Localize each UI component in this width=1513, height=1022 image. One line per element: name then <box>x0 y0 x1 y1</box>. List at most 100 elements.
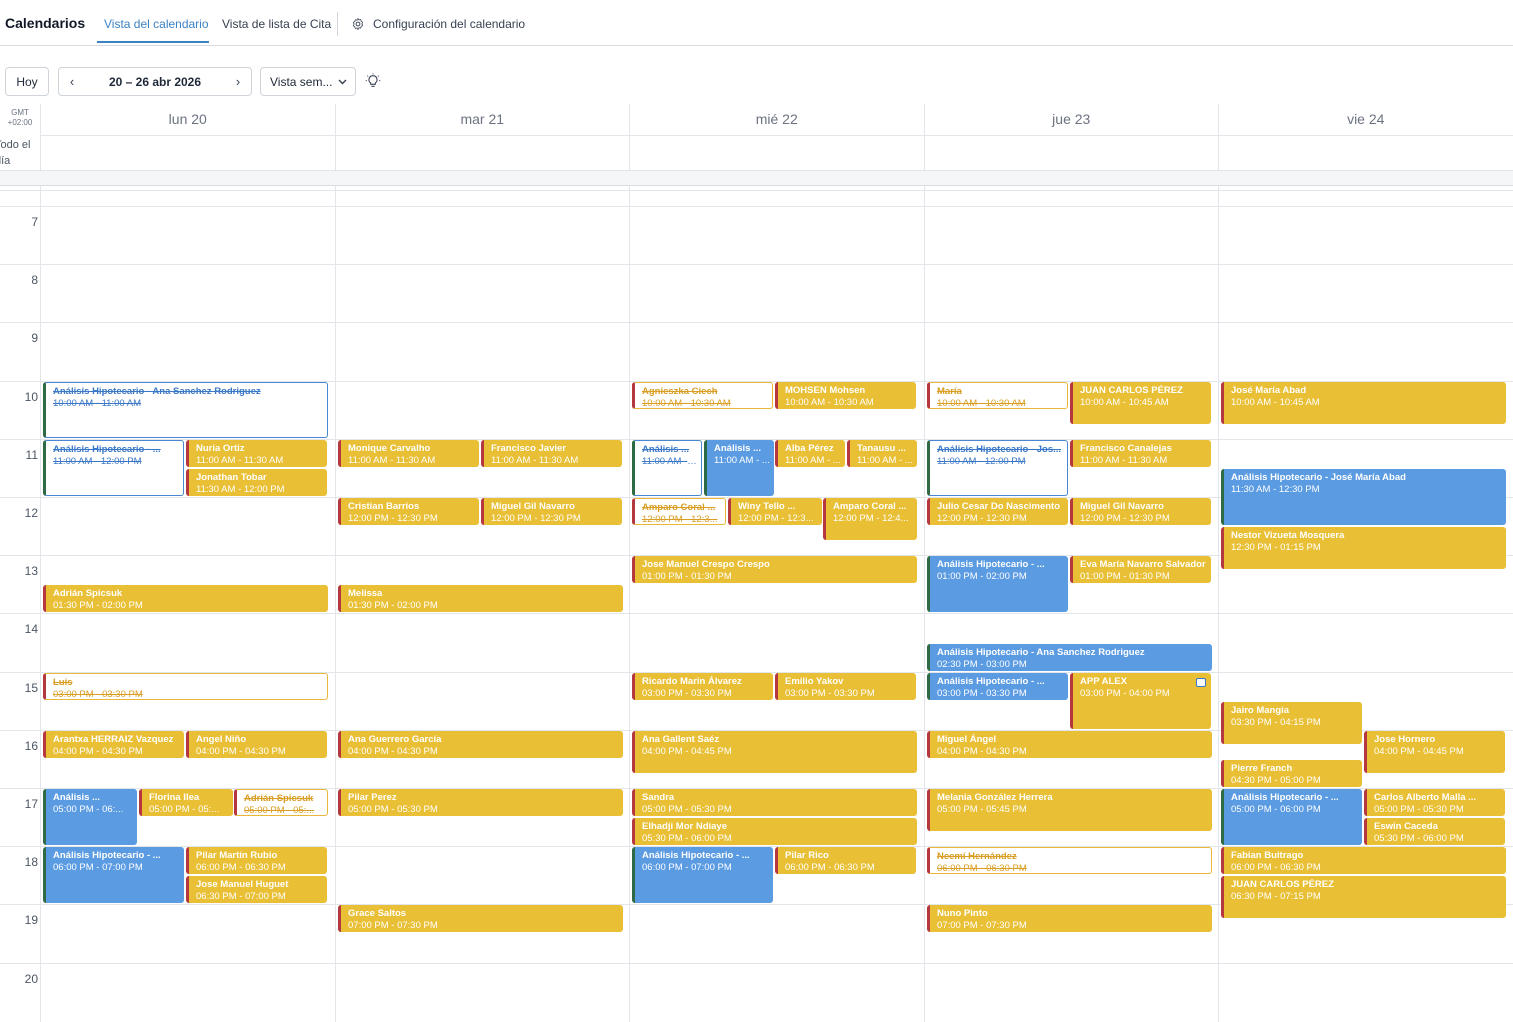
calendar-event[interactable]: Análisis Hipotecario - ... 11:00 AM - 12:… <box>43 440 184 496</box>
calendar-event[interactable]: Pilar Martín Rubio 06:00 PM - 06:30 PM <box>186 847 327 874</box>
day-header[interactable]: jue 23 <box>923 104 1219 136</box>
calendar-event[interactable]: Jonathan Tobar 11:30 AM - 12:00 PM <box>186 469 327 496</box>
calendar-event[interactable]: Pilar Perez 05:00 PM - 05:30 PM <box>338 789 623 816</box>
calendar-event[interactable]: Winy Tello ... 12:00 PM - 12:3... <box>728 498 822 525</box>
calendar-event[interactable]: Francisco Canalejas 11:00 AM - 11:30 AM <box>1070 440 1211 467</box>
calendar-event[interactable]: José María Abad 10:00 AM - 10:45 AM <box>1221 382 1506 424</box>
calendar-event[interactable]: Miguel Ángel 04:00 PM - 04:30 PM <box>927 731 1212 758</box>
tab-appointment-list[interactable]: Vista de lista de Cita <box>222 17 331 31</box>
calendar-event[interactable]: Análisis Hipotecario - Jos... 11:00 AM - … <box>927 440 1068 496</box>
event-title: Tanausu ... <box>857 443 906 454</box>
calendar-event[interactable]: Análisis ... 11:00 AM - ... <box>704 440 774 496</box>
day-header[interactable]: mar 21 <box>334 104 630 136</box>
calendar-event[interactable]: Elhadji Mor Ndiaye 05:30 PM - 06:00 PM <box>632 818 917 845</box>
calendar-event[interactable]: Ricardo Marin Álvarez 03:00 PM - 03:30 PM <box>632 673 773 700</box>
event-time: 11:00 AM - 12:00 PM <box>53 456 142 467</box>
event-time: 10:00 AM - 10:45 AM <box>1080 397 1169 408</box>
calendar-event[interactable]: Eva María Navarro Salvador 01:00 PM - 01:… <box>1070 556 1211 583</box>
tab-calendar-settings[interactable]: Configuración del calendario <box>373 17 525 31</box>
calendar-event[interactable]: Análisis Hipotecario - Ana Sanchez Rodri… <box>43 382 328 438</box>
hour-line <box>0 322 1513 323</box>
calendar-event[interactable]: Amparo Coral ... 12:00 PM - 12:3... <box>632 498 726 525</box>
calendar-event[interactable]: Florina Ilea 05:00 PM - 05:... <box>139 789 233 816</box>
calendar-event[interactable]: Miguel Gil Navarro 12:00 PM - 12:30 PM <box>1070 498 1211 525</box>
day-header[interactable]: vie 24 <box>1218 104 1513 136</box>
tab-calendar-view[interactable]: Vista del calendario <box>104 17 209 31</box>
view-select[interactable]: Vista sem... <box>260 67 356 96</box>
calendar-event[interactable]: MOHSEN Mohsen 10:00 AM - 10:30 AM <box>775 382 916 409</box>
calendar-event[interactable]: Adrián Spicsuk 01:30 PM - 02:00 PM <box>43 585 328 612</box>
calendar-event[interactable]: Carlos Alberto Malla ... 05:00 PM - 05:30… <box>1364 789 1505 816</box>
calendar-event[interactable]: Análisis Hipotecario - ... 01:00 PM - 02:… <box>927 556 1068 612</box>
calendar-event[interactable]: Sandra 05:00 PM - 05:30 PM <box>632 789 917 816</box>
event-time: 07:00 PM - 07:30 PM <box>937 920 1027 931</box>
all-day-row[interactable] <box>40 135 1513 171</box>
calendar-event[interactable]: Alba Pérez 11:00 AM - ... <box>775 440 845 467</box>
calendar-event[interactable]: Melania González Herrera 05:00 PM - 05:45… <box>927 789 1212 831</box>
calendar-event[interactable]: Tanausu ... 11:00 AM - ... <box>847 440 917 467</box>
all-day-cell[interactable] <box>923 136 1219 171</box>
event-time: 11:30 AM - 12:00 PM <box>196 484 285 495</box>
chevron-right-icon[interactable]: › <box>231 74 245 89</box>
calendar-event[interactable]: Análisis Hipotecario - ... 06:00 PM - 07:… <box>43 847 184 903</box>
all-day-cell[interactable] <box>334 136 630 171</box>
calendar-event[interactable]: Jairo Mangia 03:30 PM - 04:15 PM <box>1221 702 1362 744</box>
calendar-event[interactable]: Adrián Spicsuk 05:00 PM - 05:... <box>234 789 328 816</box>
event-time: 11:00 AM - 11:30 AM <box>196 455 284 466</box>
calendar-event[interactable]: Análisis Hipotecario - ... 03:00 PM - 03:… <box>927 673 1068 700</box>
all-day-cell[interactable] <box>1218 136 1513 171</box>
calendar-event[interactable]: Julio Cesar Do Nascimento 12:00 PM - 12:3… <box>927 498 1068 525</box>
all-day-cell[interactable] <box>40 136 335 171</box>
calendar-event[interactable]: Fabian Buitrago 06:00 PM - 06:30 PM <box>1221 847 1506 874</box>
calendar-event[interactable]: Angel Niño 04:00 PM - 04:30 PM <box>186 731 327 758</box>
calendar-event[interactable]: Melissa 01:30 PM - 02:00 PM <box>338 585 623 612</box>
gear-icon[interactable] <box>351 17 365 31</box>
calendar-event[interactable]: Ana Guerrero García 04:00 PM - 04:30 PM <box>338 731 623 758</box>
today-button[interactable]: Hoy <box>5 67 49 96</box>
calendar-event[interactable]: Neemí Hernández 06:00 PM - 06:30 PM <box>927 847 1212 874</box>
hour-label: 16 <box>24 739 38 753</box>
calendar-event[interactable]: Eswin Caceda 05:30 PM - 06:00 PM <box>1364 818 1505 845</box>
lightbulb-icon[interactable] <box>365 73 381 89</box>
all-day-cell[interactable] <box>629 136 924 171</box>
calendar-event[interactable]: Análisis Hipotecario - ... 06:00 PM - 07:… <box>632 847 773 903</box>
calendar-event[interactable]: Análisis Hipotecario - ... 05:00 PM - 06:… <box>1221 789 1362 845</box>
calendar-event[interactable]: APP ALEX 03:00 PM - 04:00 PM <box>1070 673 1211 729</box>
calendar-event[interactable]: Francisco Javier 11:00 AM - 11:30 AM <box>481 440 622 467</box>
event-time: 02:30 PM - 03:00 PM <box>937 659 1027 670</box>
calendar-event[interactable]: Nuria Ortiz 11:00 AM - 11:30 AM <box>186 440 327 467</box>
calendar-event[interactable]: Análisis ... 05:00 PM - 06:... <box>43 789 137 845</box>
calendar-event[interactable]: Agnieszka Ciech 10:00 AM - 10:30 AM <box>632 382 773 409</box>
calendar-event[interactable]: Jose Manuel Crespo Crespo 01:00 PM - 01:3… <box>632 556 917 583</box>
calendar-event[interactable]: Emilio Yakov 03:00 PM - 03:30 PM <box>775 673 916 700</box>
calendar-event[interactable]: Análisis Hipotecario - Ana Sanchez Rodri… <box>927 644 1212 671</box>
calendar-event[interactable]: Nestor Vizueta Mosquera 12:30 PM - 01:15 … <box>1221 527 1506 569</box>
calendar-event[interactable]: Pilar Rico 06:00 PM - 06:30 PM <box>775 847 916 874</box>
calendar-event[interactable]: Monique Carvalho 11:00 AM - 11:30 AM <box>338 440 479 467</box>
day-header[interactable]: lun 20 <box>40 104 335 136</box>
calendar-event[interactable]: Luis 03:00 PM - 03:30 PM <box>43 673 328 700</box>
hour-label: 11 <box>25 448 38 462</box>
calendar-event[interactable]: Ana Gallent Saéz 04:00 PM - 04:45 PM <box>632 731 917 773</box>
calendar-event[interactable]: María 10:00 AM - 10:30 AM <box>927 382 1068 409</box>
hour-label: 8 <box>31 273 38 287</box>
calendar-event[interactable]: Pierre Franch 04:30 PM - 05:00 PM <box>1221 760 1362 787</box>
calendar-event[interactable]: JUAN CARLOS PÉREZ 10:00 AM - 10:45 AM <box>1070 382 1211 424</box>
calendar-event[interactable]: Grace Saltos 07:00 PM - 07:30 PM <box>338 905 623 932</box>
calendar-event[interactable]: Miguel Gil Navarro 12:00 PM - 12:30 PM <box>481 498 622 525</box>
day-header[interactable]: mié 22 <box>629 104 924 136</box>
calendar-event[interactable]: Análisis ... 11:00 AM - ... <box>632 440 702 496</box>
event-time: 03:30 PM - 04:15 PM <box>1231 717 1321 728</box>
calendar-event[interactable]: Nuno Pinto 07:00 PM - 07:30 PM <box>927 905 1212 932</box>
calendar-event[interactable]: Amparo Coral ... 12:00 PM - 12:4... <box>823 498 917 540</box>
calendar-event[interactable]: Cristian Barrios 12:00 PM - 12:30 PM <box>338 498 479 525</box>
date-range-label: 20 – 26 abr 2026 <box>108 75 202 89</box>
calendar-event[interactable]: Jose Hornero 04:00 PM - 04:45 PM <box>1364 731 1505 773</box>
calendar-event[interactable]: Jose Manuel Huguet 06:30 PM - 07:00 PM <box>186 876 327 903</box>
all-day-label: Todo el día <box>0 139 31 167</box>
event-title: APP ALEX <box>1080 676 1127 687</box>
calendar-event[interactable]: Análisis Hipotecario - José María Abad 11… <box>1221 469 1506 525</box>
calendar-event[interactable]: Arantxa HERRAIZ Vazquez 04:00 PM - 04:30 … <box>43 731 184 758</box>
calendar-event[interactable]: JUAN CARLOS PÉREZ 06:30 PM - 07:15 PM <box>1221 876 1506 918</box>
event-time: 10:00 AM - 10:45 AM <box>1231 397 1320 408</box>
